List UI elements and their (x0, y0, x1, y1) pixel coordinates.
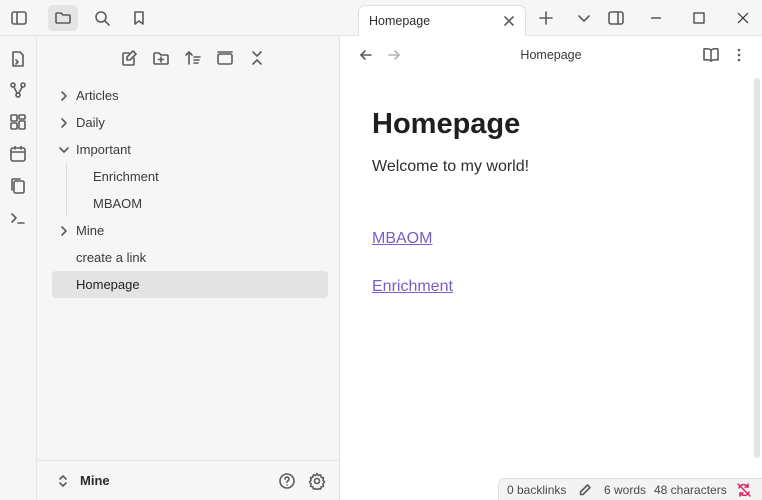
collapse-all-icon[interactable] (241, 47, 273, 69)
search-icon[interactable] (87, 5, 117, 31)
chevron-down-icon (59, 147, 69, 153)
backlinks-count[interactable]: 0 backlinks (507, 483, 566, 497)
ribbon (0, 36, 37, 500)
open-quick-switcher-icon[interactable] (8, 49, 28, 69)
tree-folder-important[interactable]: Important (52, 136, 328, 163)
maximize-window-icon[interactable] (689, 8, 709, 28)
new-folder-icon[interactable] (145, 47, 177, 69)
tree-folder-mine[interactable]: Mine (52, 217, 328, 244)
help-icon[interactable] (277, 471, 297, 491)
internal-link-enrichment[interactable]: Enrichment (372, 278, 453, 296)
calendar-icon[interactable] (8, 144, 28, 164)
tree-item-label: MBAOM (93, 196, 143, 211)
tab-bar: Homepage (340, 0, 762, 37)
chevron-right-icon (61, 226, 67, 236)
word-count: 6 words (604, 483, 647, 497)
vault-switch-chevrons-icon[interactable] (57, 474, 69, 488)
note-heading: Homepage (372, 108, 521, 140)
tree-item-label: Enrichment (93, 169, 159, 184)
tree-file-enrichment[interactable]: Enrichment (52, 163, 328, 190)
sidebar-header (0, 0, 340, 36)
sort-icon[interactable] (177, 47, 209, 69)
tree-file-mbaom[interactable]: MBAOM (52, 190, 328, 217)
file-tree: Articles Daily Important Enrichment MBAO… (52, 82, 328, 298)
sync-error-icon[interactable] (736, 482, 752, 498)
tab-title: Homepage (369, 14, 431, 28)
graph-view-icon[interactable] (8, 80, 28, 100)
reading-view-book-icon[interactable] (702, 46, 720, 64)
note-content[interactable]: Homepage Welcome to my world! MBAOM Enri… (340, 74, 762, 500)
file-explorer: Articles Daily Important Enrichment MBAO… (37, 36, 340, 500)
chevron-right-icon (61, 118, 67, 128)
new-note-icon[interactable] (113, 47, 145, 69)
file-explorer-actions (113, 47, 273, 69)
chevron-right-icon (61, 91, 67, 101)
tree-item-label: create a link (76, 250, 147, 265)
tab-homepage[interactable]: Homepage (358, 5, 526, 37)
tree-item-label: Daily (76, 115, 105, 130)
tree-file-homepage[interactable]: Homepage (52, 271, 328, 298)
note-paragraph: Welcome to my world! (372, 158, 530, 175)
copy-files-icon[interactable] (8, 176, 28, 196)
edit-pencil-icon[interactable] (577, 482, 593, 498)
status-bar: 0 backlinks 6 words 48 characters (498, 478, 762, 500)
terminal-icon[interactable] (8, 208, 28, 228)
tree-item-label: Articles (76, 88, 119, 103)
view-header: Homepage (340, 36, 762, 74)
toggle-sidebar-icon[interactable] (4, 5, 34, 31)
new-tab-plus-icon[interactable] (536, 8, 556, 28)
tree-folder-daily[interactable]: Daily (52, 109, 328, 136)
auto-reveal-icon[interactable] (209, 47, 241, 69)
tab-list-chevron-down-icon[interactable] (574, 8, 594, 28)
close-tab-icon[interactable] (501, 13, 517, 29)
view-header-title[interactable]: Homepage (340, 48, 762, 62)
tree-item-label: Important (76, 142, 131, 157)
tree-file-create-a-link[interactable]: create a link (52, 244, 328, 271)
scrollbar[interactable] (754, 78, 760, 458)
toggle-right-sidebar-icon[interactable] (606, 8, 626, 28)
vault-name[interactable]: Mine (80, 473, 110, 488)
vault-switcher-bar: Mine (37, 460, 340, 500)
settings-gear-icon[interactable] (307, 471, 327, 491)
close-window-icon[interactable] (733, 8, 753, 28)
more-options-icon[interactable] (730, 46, 748, 64)
canvas-icon[interactable] (8, 112, 28, 132)
tree-item-label: Homepage (76, 277, 140, 292)
files-tab-folder-icon[interactable] (48, 5, 78, 31)
character-count: 48 characters (654, 483, 727, 497)
minimize-window-icon[interactable] (646, 8, 666, 28)
internal-link-mbaom[interactable]: MBAOM (372, 230, 432, 248)
bookmark-icon[interactable] (124, 5, 154, 31)
tree-folder-articles[interactable]: Articles (52, 82, 328, 109)
tree-item-label: Mine (76, 223, 105, 238)
